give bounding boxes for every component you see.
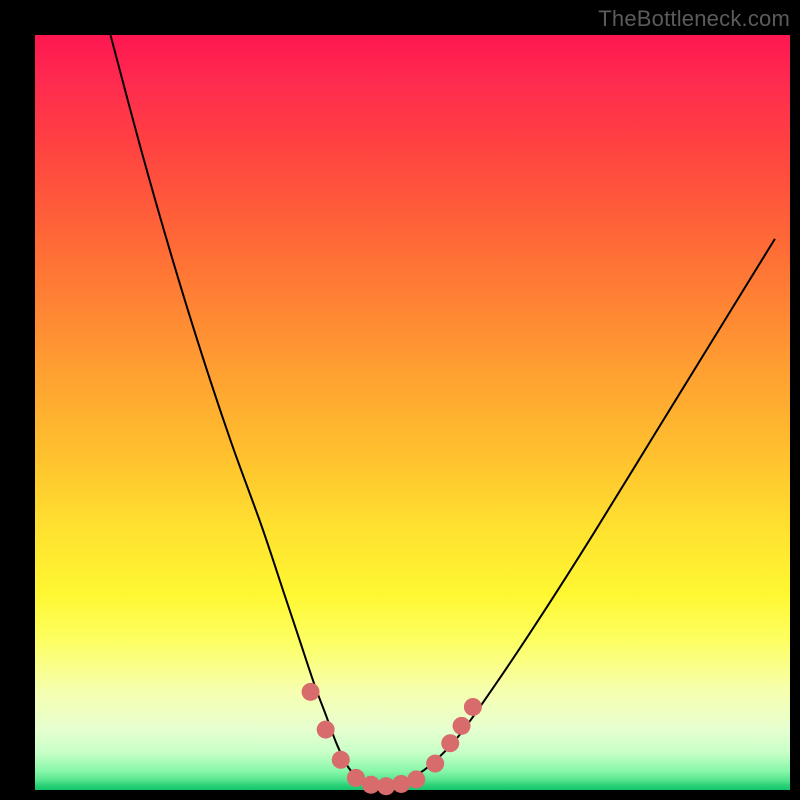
marker-dot: [407, 770, 425, 788]
chart-svg: [35, 35, 790, 790]
marker-dot: [426, 755, 444, 773]
outer-frame: TheBottleneck.com: [0, 0, 800, 800]
plot-area: [35, 35, 790, 790]
marker-dot: [317, 721, 335, 739]
marker-dot: [441, 734, 459, 752]
marker-dot: [453, 717, 471, 735]
bottleneck-curve: [111, 35, 775, 787]
marker-dot: [332, 751, 350, 769]
marker-dot: [302, 683, 320, 701]
marker-dot: [464, 698, 482, 716]
marker-dot: [377, 777, 395, 795]
marker-dots: [302, 683, 482, 795]
watermark-text: TheBottleneck.com: [598, 6, 790, 32]
